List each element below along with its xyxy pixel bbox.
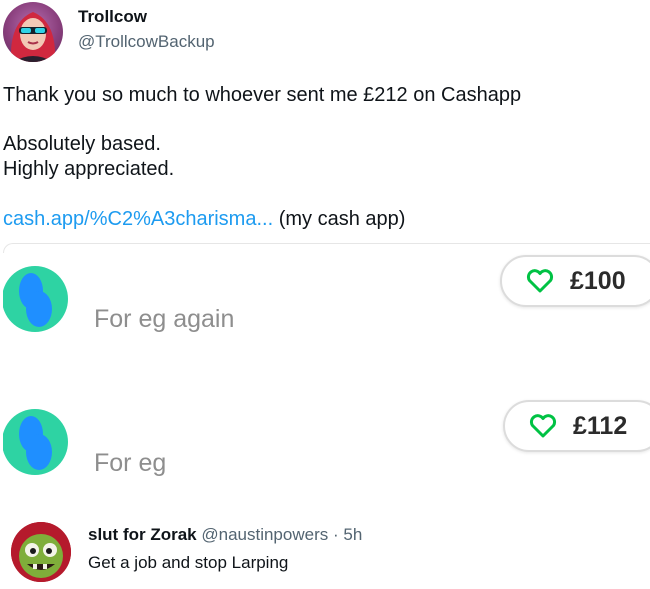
tweet-text-line: Thank you so much to whoever sent me £21…: [3, 84, 522, 106]
tweet-text-line: Absolutely based.: [3, 133, 161, 155]
embedded-image[interactable]: For eg again £100 For eg £112: [3, 243, 650, 493]
author-avatar[interactable]: [3, 2, 63, 62]
author-name[interactable]: Trollcow: [78, 7, 147, 27]
reply-author-name[interactable]: slut for Zorak: [88, 525, 197, 544]
reply-timestamp[interactable]: 5h: [343, 525, 362, 544]
heart-outline-icon[interactable]: [526, 269, 554, 293]
avatar-portrait-icon: [10, 12, 56, 62]
heart-outline-icon[interactable]: [529, 414, 557, 438]
payment-amount: £100: [570, 267, 626, 295]
payment-amount-pill[interactable]: £100: [500, 255, 650, 307]
reply-avatar[interactable]: [11, 522, 71, 582]
author-handle[interactable]: @TrollcowBackup: [78, 32, 215, 52]
link-suffix: (my cash app): [273, 208, 406, 230]
payment-avatar-icon: [3, 266, 68, 332]
payment-avatar-icon: [3, 409, 68, 475]
reply-text: Get a job and stop Larping: [88, 553, 289, 572]
payment-description: For eg again: [94, 305, 235, 333]
payment-description: For eg: [94, 449, 167, 477]
payment-amount: £112: [573, 412, 628, 440]
payment-amount-pill[interactable]: £112: [503, 400, 650, 452]
reply-header: slut for Zorak @naustinpowers · 5h: [88, 525, 362, 545]
embed-border: [3, 243, 650, 253]
zombie-face-icon: [11, 522, 71, 582]
tweet-link-line: cash.app/%C2%A3charisma... (my cash app): [3, 208, 405, 231]
tweet-text-line: Highly appreciated.: [3, 158, 175, 180]
tweet-thread: Trollcow @TrollcowBackup Thank you so mu…: [0, 0, 650, 589]
separator-dot: ·: [332, 525, 339, 544]
reply-author-handle[interactable]: @naustinpowers: [201, 525, 328, 544]
cashapp-link[interactable]: cash.app/%C2%A3charisma...: [3, 208, 273, 230]
